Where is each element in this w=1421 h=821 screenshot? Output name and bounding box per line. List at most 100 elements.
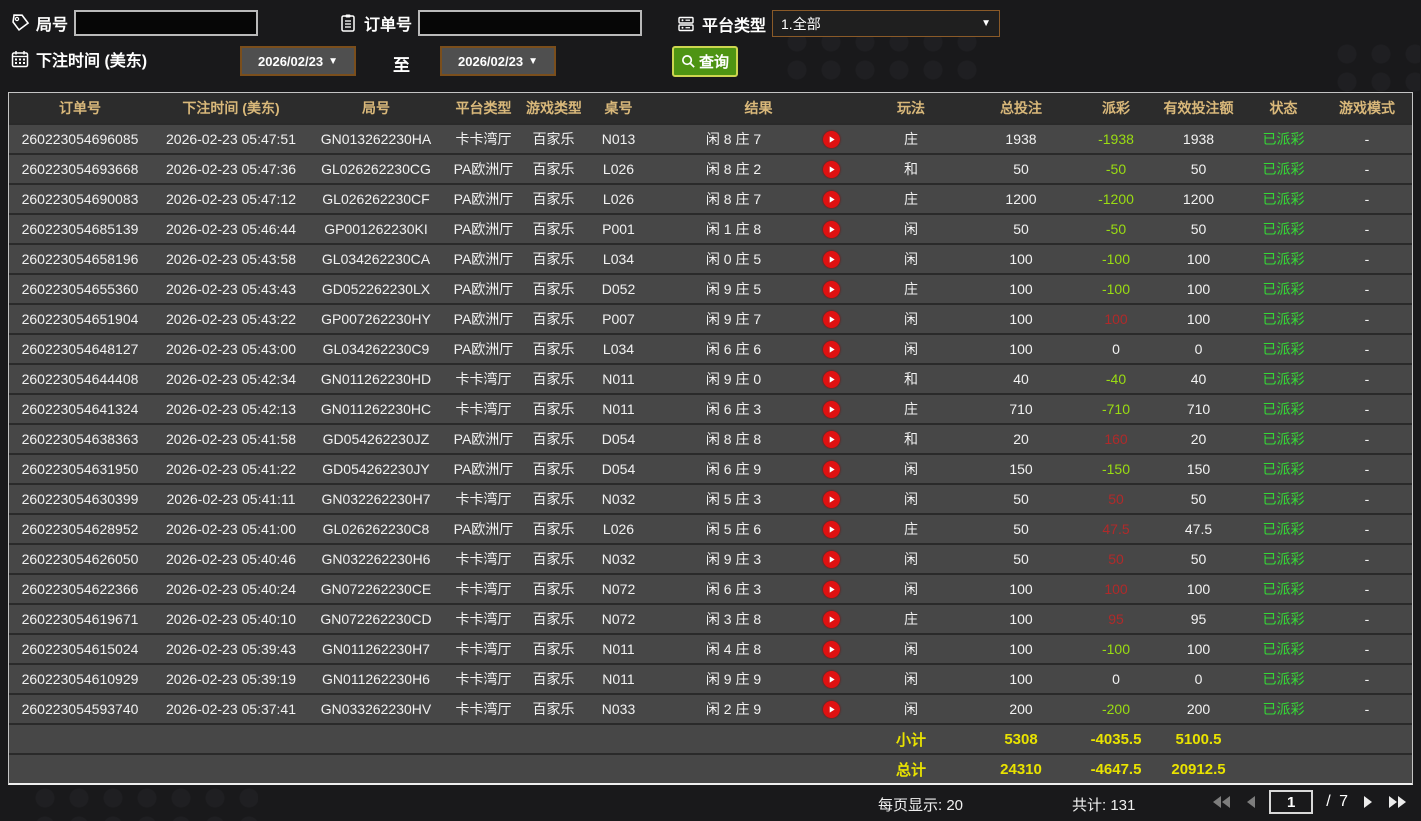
result-text: 闲 3 庄 8 <box>705 611 762 627</box>
replay-video-icon[interactable] <box>823 460 840 478</box>
status-badge: 已派彩 <box>1262 581 1305 597</box>
status-badge: 已派彩 <box>1262 371 1305 387</box>
valid-bet-cell: 1938 <box>1182 131 1215 147</box>
replay-video-icon[interactable] <box>823 340 840 358</box>
total-bet-cell: 100 <box>1009 671 1033 687</box>
bet-time-cell: 2026-02-23 05:41:00 <box>166 521 296 537</box>
result-text: 闲 5 庄 6 <box>705 521 762 537</box>
column-header-total-bet: 总投注 <box>1000 100 1042 116</box>
result-text: 闲 9 庄 9 <box>705 671 762 687</box>
replay-video-icon[interactable] <box>823 250 840 268</box>
chevron-down-icon: ▼ <box>528 55 538 67</box>
table-no-cell: L026 <box>602 191 635 207</box>
page-size-text: 每页显示: 20 <box>878 797 964 814</box>
result-text: 闲 8 庄 7 <box>705 191 762 207</box>
filter-bar: 局号 订单号 平台类型 1.全部 ▼ 下注时间 (美东) 2026/02/23 … <box>0 0 1421 92</box>
platform-cell: 卡卡湾厅 <box>455 131 512 147</box>
game-type-cell: 百家乐 <box>532 161 575 177</box>
round-id-cell: GN072262230CD <box>320 611 432 627</box>
result-text: 闲 5 庄 3 <box>705 491 762 507</box>
status-badge: 已派彩 <box>1262 611 1305 627</box>
column-header-table-no: 桌号 <box>604 100 633 116</box>
first-page-icon[interactable] <box>1212 795 1232 809</box>
replay-video-icon[interactable] <box>823 370 840 388</box>
bet-type-cell: 闲 <box>904 461 918 477</box>
date-from-select[interactable]: 2026/02/23 ▼ <box>240 46 356 76</box>
last-page-icon[interactable] <box>1387 795 1407 809</box>
grand-total-total-bet: 24310 <box>1000 760 1042 778</box>
replay-video-icon[interactable] <box>823 670 840 688</box>
valid-bet-cell: 0 <box>1194 341 1203 357</box>
replay-video-icon[interactable] <box>823 700 840 718</box>
game-type-cell: 百家乐 <box>532 191 575 207</box>
payout-cell: -100 <box>1101 281 1131 297</box>
payout-cell: 0 <box>1112 671 1120 687</box>
bet-records-table: 订单号 下注时间 (美东) 局号 平台类型 游戏类型 桌号 结果 玩法 总投注 … <box>8 92 1413 785</box>
game-mode-cell: - <box>1364 341 1370 357</box>
replay-video-icon[interactable] <box>823 490 840 508</box>
platform-select[interactable]: 1.全部 ▼ <box>772 10 1001 37</box>
platform-cell: 卡卡湾厅 <box>455 401 512 417</box>
replay-video-icon[interactable] <box>823 520 840 538</box>
bet-time-cell: 2026-02-23 05:42:34 <box>166 371 296 387</box>
bet-type-cell: 闲 <box>904 311 918 327</box>
status-badge: 已派彩 <box>1262 281 1305 297</box>
replay-video-icon[interactable] <box>823 610 840 628</box>
game-mode-cell: - <box>1364 491 1370 507</box>
column-header-platform: 平台类型 <box>455 100 512 116</box>
status-badge: 已派彩 <box>1262 551 1305 567</box>
replay-video-icon[interactable] <box>823 400 840 418</box>
total-bet-cell: 50 <box>1013 551 1029 567</box>
game-mode-cell: - <box>1364 131 1370 147</box>
replay-video-icon[interactable] <box>823 220 840 238</box>
table-row: 260223054685139 2026-02-23 05:46:44 GP00… <box>9 213 1412 243</box>
replay-video-icon[interactable] <box>823 160 840 178</box>
round-id-cell: GN011262230HD <box>320 371 432 387</box>
total-bet-cell: 100 <box>1009 641 1033 657</box>
payout-cell: -100 <box>1101 641 1131 657</box>
next-page-icon[interactable] <box>1363 795 1374 809</box>
game-type-cell: 百家乐 <box>532 641 575 657</box>
platform-cell: PA欧洲厅 <box>453 191 514 207</box>
page-number-input[interactable] <box>1269 790 1314 814</box>
date-to-select[interactable]: 2026/02/23 ▼ <box>440 46 556 76</box>
game-type-cell: 百家乐 <box>532 461 575 477</box>
bet-time-cell: 2026-02-23 05:42:13 <box>166 401 296 417</box>
search-button-label: 查询 <box>698 54 729 71</box>
result-text: 闲 6 庄 9 <box>705 461 762 477</box>
table-row: 260223054638363 2026-02-23 05:41:58 GD05… <box>9 423 1412 453</box>
table-row: 260223054693668 2026-02-23 05:47:36 GL02… <box>9 153 1412 183</box>
valid-bet-cell: 100 <box>1186 641 1211 657</box>
replay-video-icon[interactable] <box>823 550 840 568</box>
subtotal-label: 小计 <box>895 731 926 749</box>
prev-page-icon[interactable] <box>1245 795 1256 809</box>
replay-video-icon[interactable] <box>823 430 840 448</box>
replay-video-icon[interactable] <box>823 310 840 328</box>
order-input[interactable] <box>418 10 643 36</box>
bet-type-cell: 闲 <box>904 551 918 567</box>
table-no-cell: N011 <box>602 371 635 387</box>
order-id-cell: 260223054619671 <box>21 611 139 627</box>
table-row: 260223054628952 2026-02-23 05:41:00 GL02… <box>9 513 1412 543</box>
round-id-cell: GN011262230HC <box>320 401 432 417</box>
table-row: 260223054630399 2026-02-23 05:41:11 GN03… <box>9 483 1412 513</box>
replay-video-icon[interactable] <box>823 640 840 658</box>
bet-time-cell: 2026-02-23 05:41:22 <box>166 461 296 477</box>
subtotal-total-bet: 5308 <box>1004 730 1038 748</box>
replay-video-icon[interactable] <box>823 580 840 598</box>
replay-video-icon[interactable] <box>823 130 840 148</box>
table-row: 260223054626050 2026-02-23 05:40:46 GN03… <box>9 543 1412 573</box>
total-count-text: 共计: 131 <box>1072 797 1136 814</box>
replay-video-icon[interactable] <box>823 190 840 208</box>
result-cell: 闲 8 庄 7 <box>656 129 861 149</box>
replay-video-icon[interactable] <box>823 280 840 298</box>
round-filter-group: 局号 <box>10 10 259 36</box>
result-text: 闲 8 庄 7 <box>705 131 762 147</box>
round-input[interactable] <box>74 10 259 36</box>
game-type-cell: 百家乐 <box>532 431 575 447</box>
round-id-cell: GP007262230HY <box>321 311 431 327</box>
valid-bet-cell: 100 <box>1186 581 1211 597</box>
order-id-cell: 260223054690083 <box>21 191 139 207</box>
search-button[interactable]: 查询 <box>672 46 738 77</box>
status-badge: 已派彩 <box>1262 641 1305 657</box>
